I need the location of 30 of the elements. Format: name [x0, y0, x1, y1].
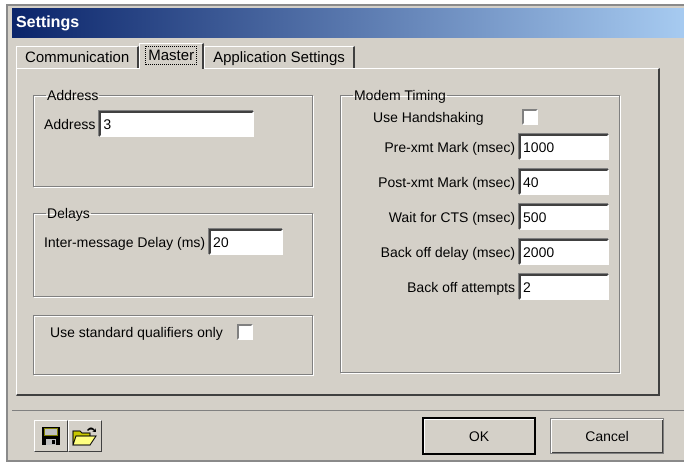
checkbox-label: Use Handshaking [373, 109, 484, 125]
input-field[interactable]: 2000 [519, 239, 609, 265]
input-field[interactable]: 3 [99, 111, 254, 137]
open-button[interactable] [68, 420, 102, 452]
checkbox[interactable] [522, 109, 538, 125]
input-field[interactable]: 40 [519, 169, 609, 195]
field-label: Post-xmt Mark (msec) [378, 174, 515, 190]
input-field[interactable]: 1000 [519, 134, 609, 160]
open-folder-icon [72, 424, 98, 446]
save-button[interactable] [34, 420, 68, 452]
tab[interactable]: Communication [16, 46, 140, 68]
field-label: Wait for CTS (msec) [388, 209, 515, 225]
field-label: Pre-xmt Mark (msec) [384, 139, 515, 155]
input-field[interactable]: 20 [209, 229, 284, 255]
dialog-button[interactable]: OK [422, 416, 536, 454]
field-label: Back off delay (msec) [380, 244, 515, 260]
field-label: Back off attempts [407, 279, 515, 295]
input-field[interactable]: 500 [519, 204, 609, 230]
checkbox-label: Use standard qualifiers only [50, 324, 223, 340]
field-label: Inter-message Delay (ms) [44, 234, 206, 250]
window-title: Settings [12, 8, 684, 38]
field-label: Address [44, 116, 96, 132]
group-title: Delays [46, 205, 91, 221]
dialog-button[interactable]: Cancel [550, 418, 664, 454]
group-title: Modem Timing [353, 87, 447, 103]
tab[interactable]: Master [139, 43, 204, 69]
tab[interactable]: Application Settings [204, 46, 355, 68]
input-field[interactable]: 2 [519, 274, 609, 300]
checkbox[interactable] [236, 324, 253, 340]
group-title: Address [46, 87, 100, 103]
